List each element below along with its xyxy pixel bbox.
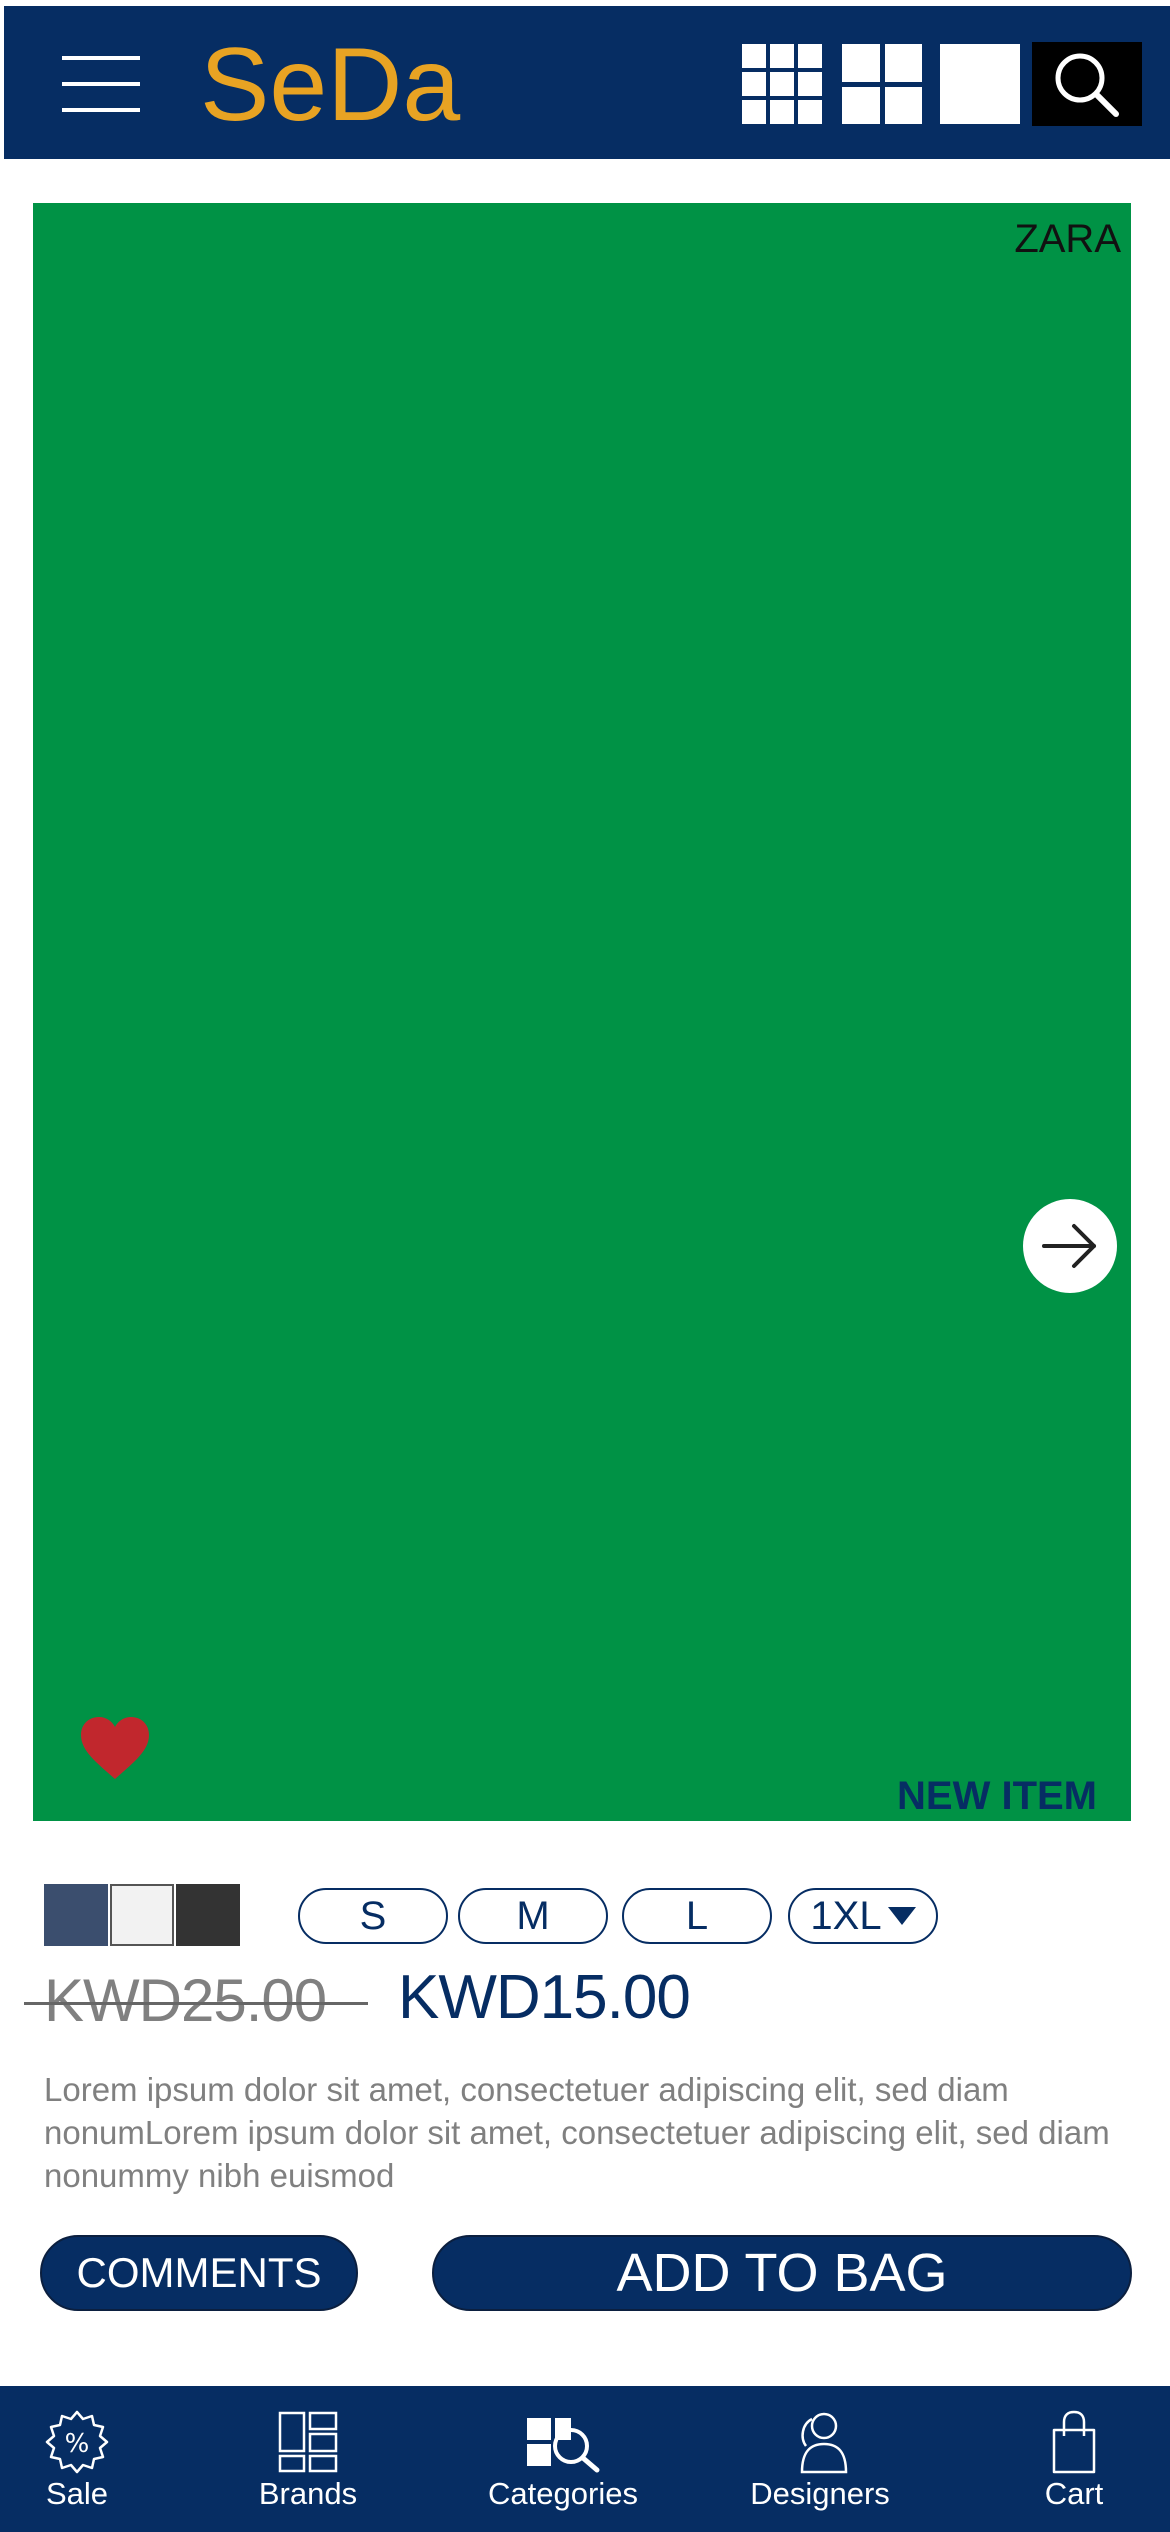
bottom-navigation: % Sale Brands Categories Designers Cart [0,2386,1170,2532]
size-option-l[interactable]: L [622,1888,772,1944]
heart-icon[interactable] [79,1715,151,1781]
arrow-right-icon [1042,1224,1096,1268]
size-label: M [516,1893,550,1938]
color-swatch-white[interactable] [110,1884,174,1946]
single-view-icon[interactable] [940,44,1020,124]
nav-label: Cart [1044,2476,1104,2511]
color-swatch-navy[interactable] [44,1884,108,1946]
color-swatch-black[interactable] [176,1884,240,1946]
grid-2x2-icon[interactable] [842,44,922,124]
size-option-m[interactable]: M [458,1888,608,1944]
svg-text:%: % [65,2429,90,2459]
sale-price: KWD15.00 [398,1963,691,2032]
designers-icon [800,2412,848,2474]
nav-item-designers[interactable]: Designers [740,2386,900,2532]
original-price: KWD25.00 [44,1967,327,2034]
logo-text: SeDa [200,28,460,140]
grid-3x3-icon[interactable] [742,44,822,124]
size-label: 1XL [810,1893,882,1938]
size-dropdown-1xl[interactable]: 1XL [788,1888,938,1944]
nav-item-categories[interactable]: Categories [478,2386,648,2532]
categories-icon [527,2418,600,2473]
size-label: S [359,1893,387,1938]
new-item-badge: NEW ITEM [897,1774,1097,1818]
price-strikethrough [24,2002,368,2005]
nav-item-cart[interactable]: Cart [1032,2386,1116,2532]
comments-button[interactable]: COMMENTS [40,2235,358,2311]
size-label: L [685,1893,709,1938]
add-to-bag-button[interactable]: ADD TO BAG [432,2235,1132,2311]
nav-item-sale[interactable]: % Sale [30,2386,124,2532]
caret-down-icon [887,1907,916,1925]
app-header: SeDa [4,6,1170,159]
shopping-bag-icon [1052,2410,1096,2474]
search-button[interactable] [1032,42,1142,126]
comments-button-label: COMMENTS [76,2249,322,2296]
nav-item-brands[interactable]: Brands [248,2386,368,2532]
nav-label: Designers [750,2476,890,2511]
search-icon [1055,53,1119,117]
next-image-button[interactable] [1023,1199,1117,1293]
logo-graphic: SeDa [200,28,460,140]
size-option-s[interactable]: S [298,1888,448,1944]
nav-label: Sale [45,2476,109,2511]
menu-icon[interactable] [62,52,140,116]
nav-label: Brands [258,2476,358,2511]
product-description: Lorem ipsum dolor sit amet, consectetuer… [44,2071,1110,2194]
add-to-bag-label: ADD TO BAG [616,2243,948,2303]
product-image[interactable]: ZARA NEW ITEM [33,203,1131,1821]
nav-label: Categories [488,2476,638,2511]
sale-badge-icon: % [45,2410,109,2474]
seda-logo[interactable]: SeDa [200,28,500,140]
brands-icon [278,2411,338,2473]
brand-label[interactable]: ZARA [1014,217,1121,262]
